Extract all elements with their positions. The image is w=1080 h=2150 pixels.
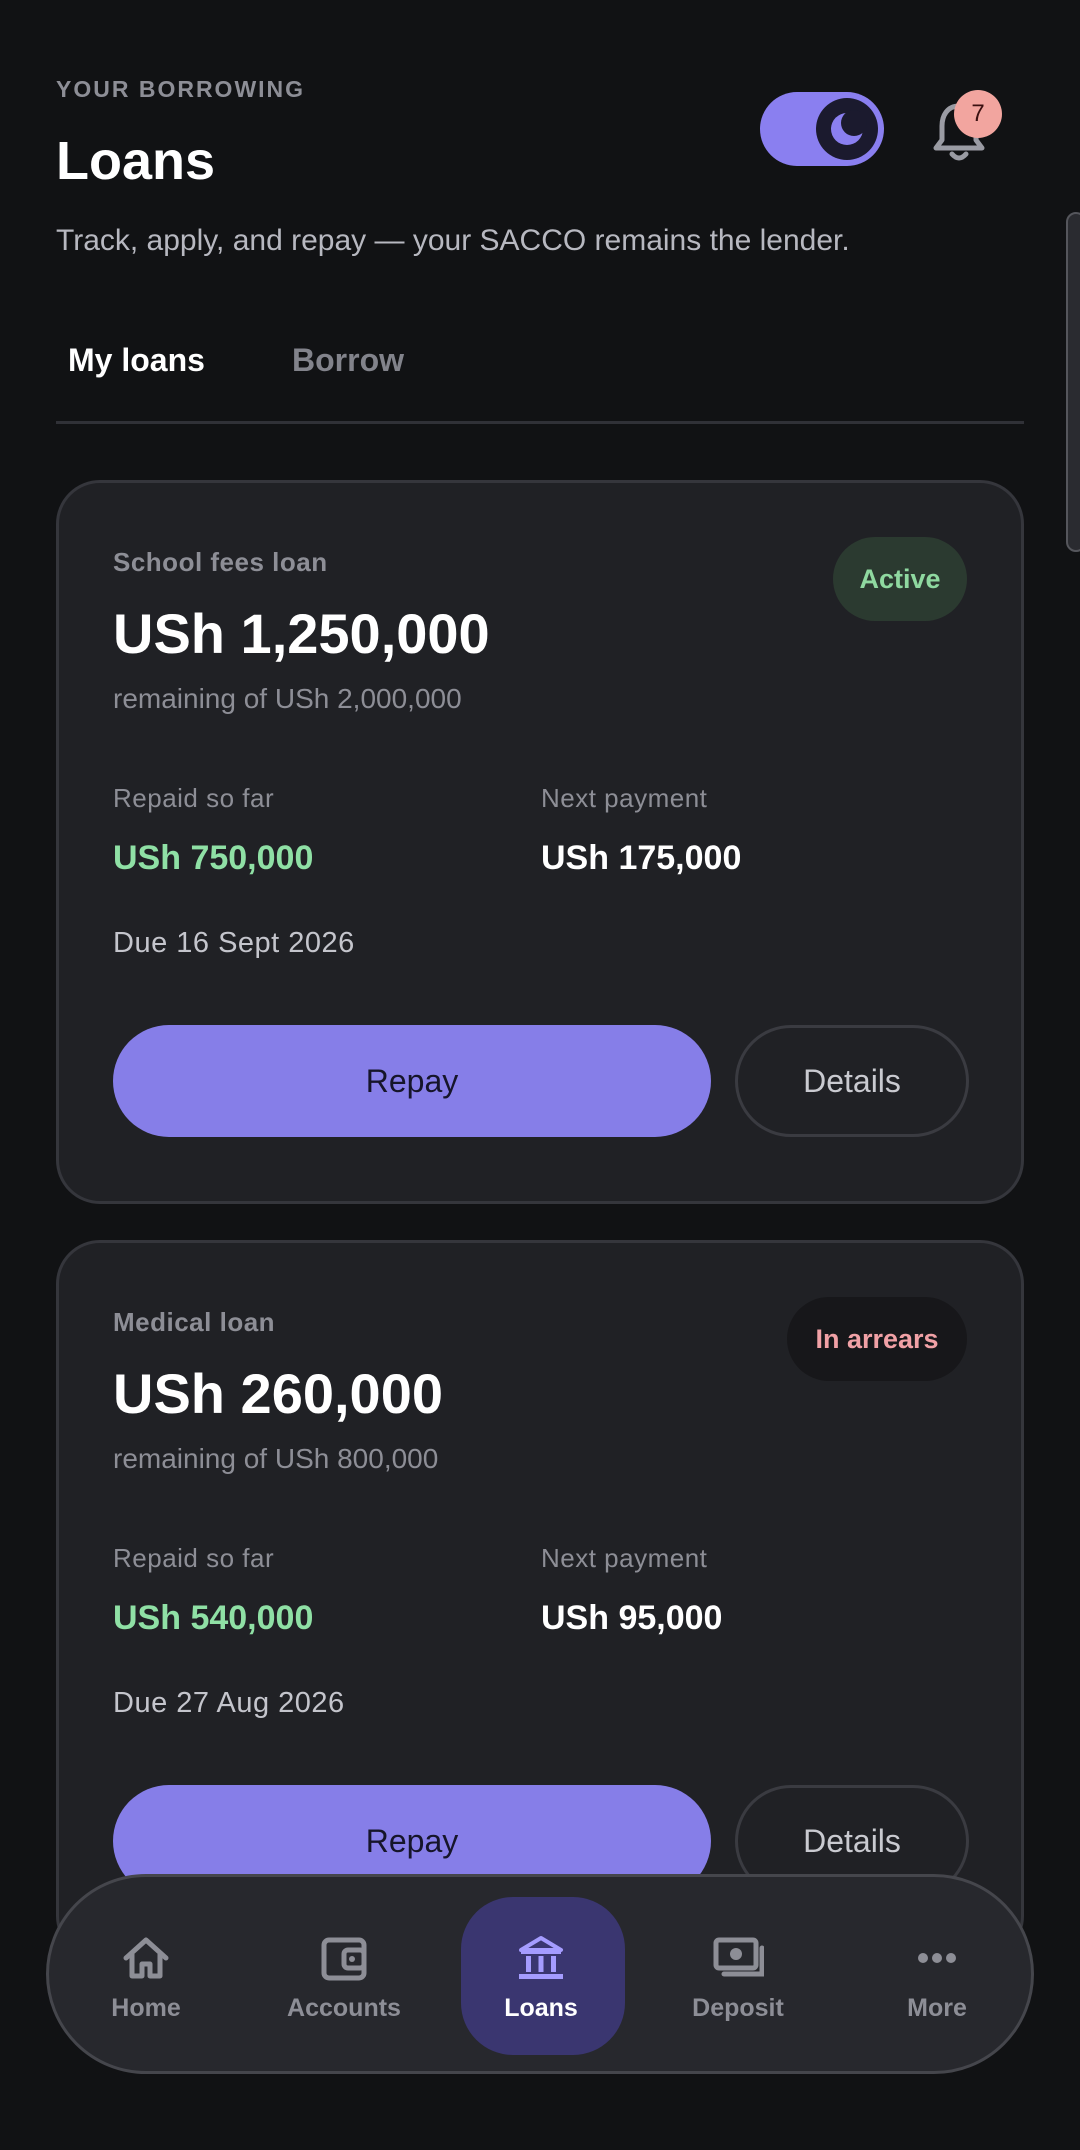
theme-toggle[interactable] — [760, 92, 884, 166]
toggle-knob — [816, 98, 878, 160]
page-eyebrow: YOUR BORROWING — [56, 76, 306, 102]
loan-name: Medical loan — [113, 1307, 276, 1337]
next-payment-value: USh 175,000 — [541, 839, 742, 877]
nav-item-more[interactable]: More — [857, 1877, 1017, 2077]
nav-label: Deposit — [692, 1993, 784, 2022]
nav-item-deposit[interactable]: Deposit — [658, 1877, 818, 2077]
next-payment-label: Next payment — [541, 1543, 708, 1573]
nav-label: More — [907, 1993, 967, 2022]
next-payment-label: Next payment — [541, 783, 708, 813]
repaid-label: Repaid so far — [113, 1543, 275, 1573]
bottom-navigation: Home Accounts Loans Deposit More — [46, 1874, 1034, 2074]
next-payment-value: USh 95,000 — [541, 1599, 723, 1637]
loan-name: School fees loan — [113, 547, 328, 577]
repaid-label: Repaid so far — [113, 783, 275, 813]
status-badge: Active — [833, 537, 967, 621]
nav-label: Home — [111, 1993, 181, 2022]
nav-item-home[interactable]: Home — [66, 1877, 226, 2077]
loan-card: School fees loan USh 1,250,000 remaining… — [56, 480, 1024, 1204]
due-date: Due 16 Sept 2026 — [113, 927, 355, 959]
due-date: Due 27 Aug 2026 — [113, 1687, 345, 1719]
more-icon — [918, 1952, 956, 1963]
repay-button[interactable]: Repay — [113, 1025, 711, 1137]
scrollbar[interactable] — [1066, 212, 1080, 552]
nav-item-loans[interactable]: Loans — [461, 1877, 625, 2077]
status-badge: In arrears — [787, 1297, 967, 1381]
nav-label: Accounts — [287, 1993, 401, 2022]
page-subtitle: Track, apply, and repay — your SACCO rem… — [56, 224, 850, 257]
wallet-icon — [321, 1937, 367, 1980]
cash-icon — [713, 1937, 764, 1976]
loan-amount: USh 260,000 — [113, 1362, 443, 1425]
loans-screen: YOUR BORROWING Loans Track, apply, and r… — [0, 0, 1080, 2150]
repaid-value: USh 750,000 — [113, 839, 314, 877]
nav-label: Loans — [504, 1993, 578, 2022]
details-button[interactable]: Details — [735, 1025, 969, 1137]
loan-card: Medical loan USh 260,000 remaining of US… — [56, 1240, 1024, 1960]
notification-badge: 7 — [954, 90, 1002, 138]
tab-borrow[interactable]: Borrow — [292, 342, 404, 379]
moon-icon — [831, 110, 867, 145]
page-title: Loans — [56, 131, 216, 191]
bank-icon — [519, 1935, 563, 1979]
loan-remaining: remaining of USh 2,000,000 — [113, 683, 462, 714]
loan-tabs: My loans Borrow — [56, 330, 1024, 424]
tab-my-loans[interactable]: My loans — [68, 342, 205, 379]
repaid-value: USh 540,000 — [113, 1599, 314, 1637]
nav-item-accounts[interactable]: Accounts — [264, 1877, 424, 2077]
loan-remaining: remaining of USh 800,000 — [113, 1443, 439, 1474]
loan-amount: USh 1,250,000 — [113, 602, 490, 665]
home-icon — [123, 1937, 169, 1978]
